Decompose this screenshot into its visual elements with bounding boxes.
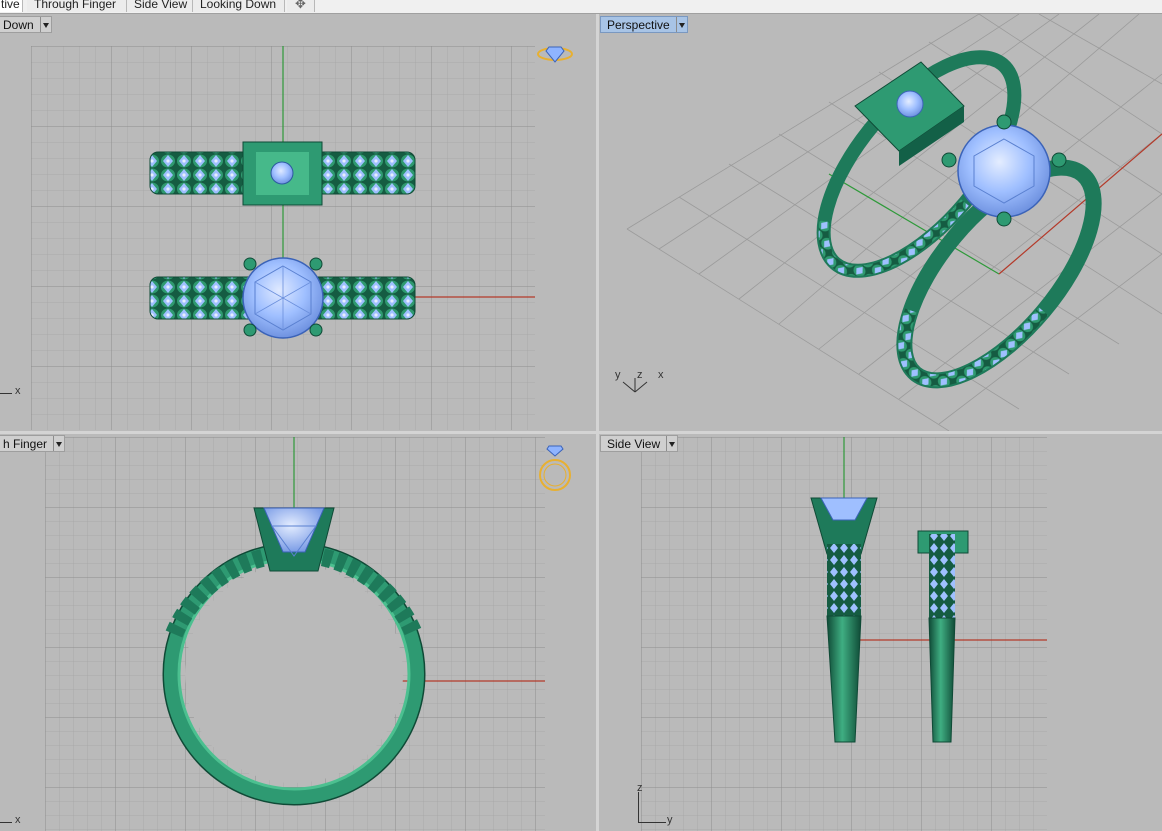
viewport-title-side-view-text: Side View [607,437,661,451]
tab-side-view[interactable]: Side View [127,0,193,12]
axis-label-x: x [15,814,21,826]
viewport-perspective[interactable]: Perspective y z x [599,14,1162,431]
tab-looking-down[interactable]: Looking Down [193,0,285,12]
axis-label-z: z [637,782,643,794]
viewport-through-finger[interactable]: h Finger x [0,434,596,831]
axis-label-x: x [658,369,664,381]
tab-perspective-label: tive [1,0,20,11]
add-tab-button[interactable]: ✥ [287,0,315,12]
tab-through-finger-label: Through Finger [34,0,117,11]
viewport-side-view[interactable]: Side View z y [599,434,1162,831]
axis-indicator-perspective: y z x [615,369,665,400]
axis-indicator-side-view: z y [635,782,685,829]
looking-down-canvas [31,46,573,430]
tab-through-finger[interactable]: Through Finger [27,0,127,12]
viewport-menu-dropdown-icon[interactable] [675,17,687,32]
axis-label-y: y [615,369,621,381]
viewport-title-side-view[interactable]: Side View [600,435,679,452]
viewport-menu-dropdown-icon[interactable] [53,436,64,451]
tab-side-view-label: Side View [134,0,188,11]
viewport-looking-down[interactable]: Down x [0,14,596,431]
viewport-tab-bar: tive Through Finger Side View Looking Do… [0,0,1162,14]
perspective-grid [626,14,1162,431]
axis-label-x: x [15,385,21,397]
through-finger-canvas [45,437,571,831]
side-view-canvas [641,437,1047,831]
axis-label-y: y [667,814,673,826]
viewport-title-perspective[interactable]: Perspective [600,16,688,33]
tab-perspective[interactable]: tive [0,0,23,12]
viewport-title-through-finger[interactable]: h Finger [0,435,66,452]
viewport-menu-dropdown-icon[interactable] [39,17,51,32]
axis-label-z: z [637,369,643,381]
add-tab-icon: ✥ [295,0,306,11]
viewport-title-looking-down-text: Down [3,18,34,32]
viewport-menu-dropdown-icon[interactable] [666,436,677,451]
tab-looking-down-label: Looking Down [200,0,277,11]
ring-view-widget-icon[interactable] [537,46,573,63]
viewport-title-through-finger-text: h Finger [3,437,48,451]
perspective-canvas [626,14,1162,431]
viewport-title-perspective-text: Perspective [607,18,670,32]
viewport-title-looking-down[interactable]: Down [0,16,52,33]
